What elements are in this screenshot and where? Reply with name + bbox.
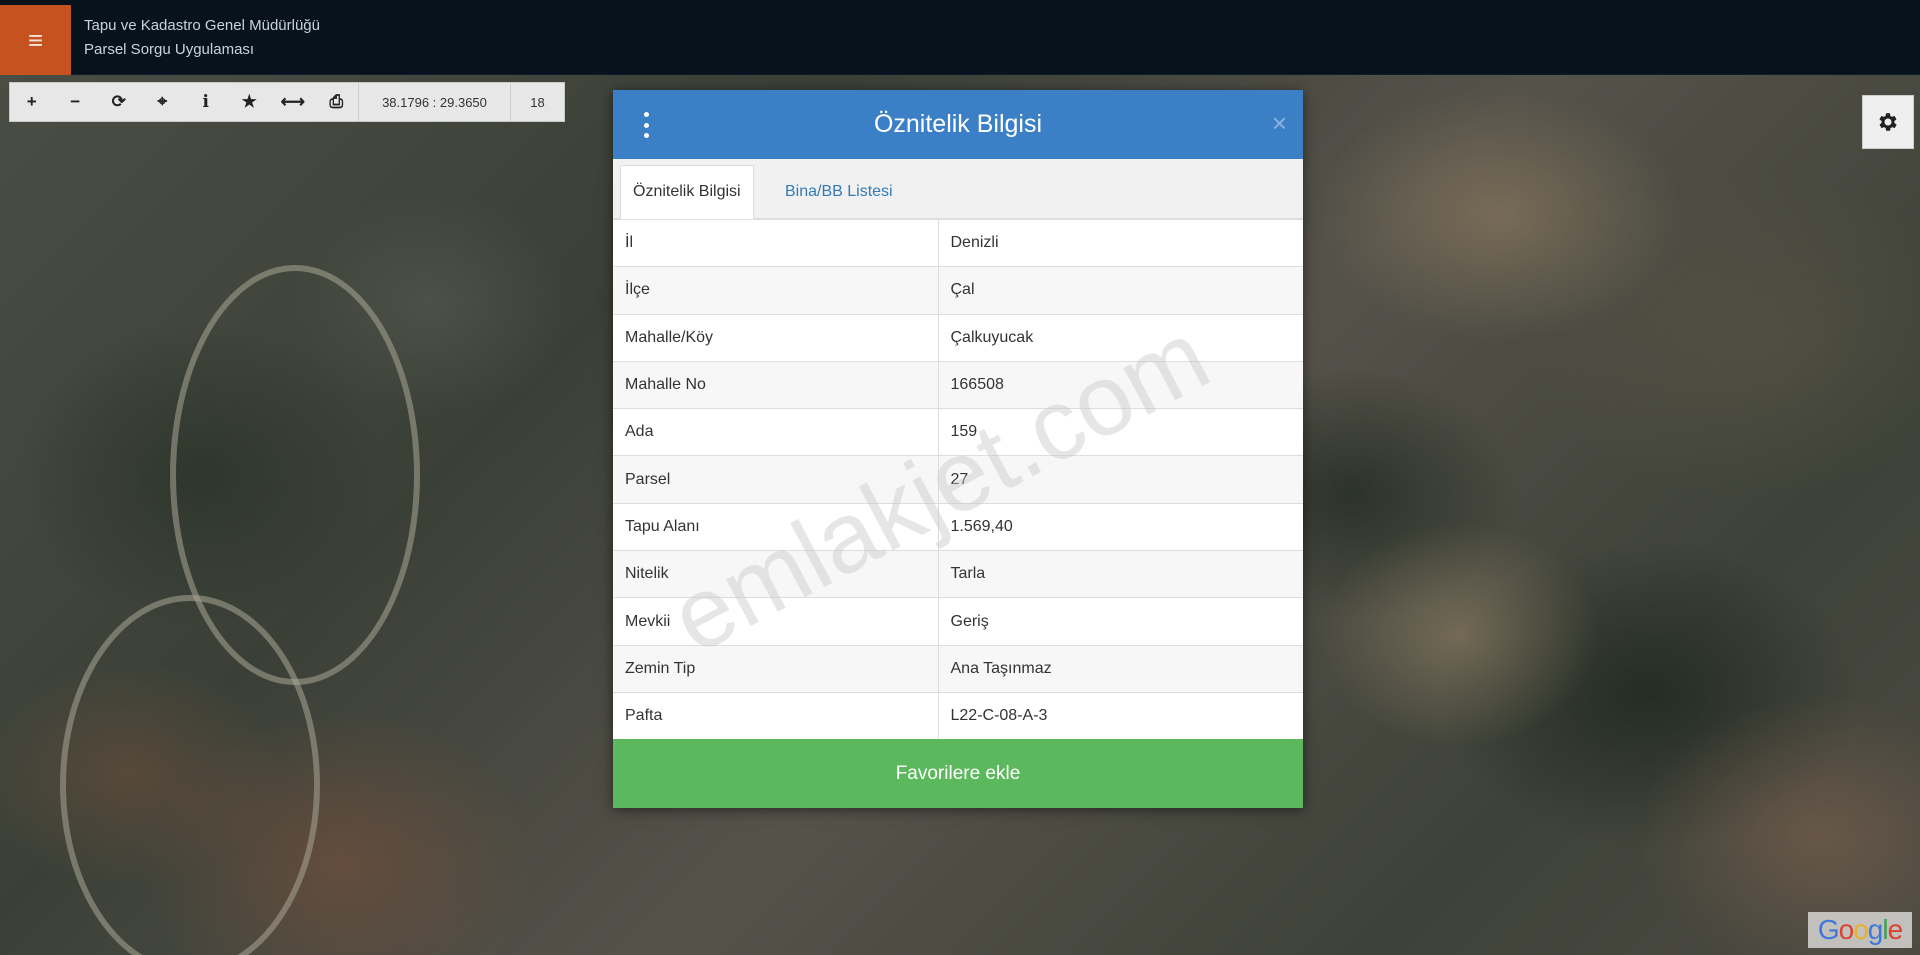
attribute-key: İl — [613, 218, 939, 267]
attribute-value: Tarla — [938, 550, 1303, 598]
attribute-value: Çal — [938, 266, 1303, 315]
measure-button[interactable]: ⟷ — [271, 83, 315, 121]
tab-attribute-info[interactable]: Öznitelik Bilgisi — [620, 165, 754, 219]
dialog-title: Öznitelik Bilgisi — [873, 110, 1043, 138]
table-row: İl Denizli — [613, 218, 1303, 267]
table-row: İlçe Çal — [613, 266, 1303, 315]
table-row: Mahalle/Köy Çalkuyucak — [613, 313, 1303, 362]
attribute-key: Pafta — [613, 691, 939, 740]
table-row: Mahalle No 166508 — [613, 360, 1303, 409]
refresh-button[interactable]: ⟳ — [97, 83, 141, 121]
locate-button[interactable]: ⌖ — [141, 83, 185, 121]
attribute-key: Parsel — [613, 455, 939, 504]
org-name: Tapu ve Kadastro Genel Müdürlüğü — [84, 17, 320, 34]
hamburger-icon: ≡ — [27, 24, 44, 55]
google-logo: Google — [1808, 912, 1912, 948]
gear-icon — [1879, 113, 1897, 131]
close-icon[interactable]: × — [1272, 108, 1287, 139]
dialog-header: Öznitelik Bilgisi × — [613, 90, 1303, 159]
info-button[interactable]: i — [184, 83, 228, 121]
table-row: Parsel 27 — [613, 455, 1303, 504]
attribute-key: Mahalle/Köy — [613, 313, 939, 362]
star-icon: ★ — [241, 92, 257, 111]
app-name: Parsel Sorgu Uygulaması — [84, 41, 255, 58]
attribute-value: Ana Taşınmaz — [938, 644, 1303, 693]
zoom-in-icon: + — [26, 92, 37, 111]
measure-icon: ⟷ — [280, 92, 305, 111]
zoom-level: 18 — [510, 83, 564, 121]
locate-icon: ⌖ — [157, 92, 168, 111]
add-to-favorites-button[interactable]: Favorilere ekle — [613, 739, 1303, 808]
map-toolbar: + − ⟳ ⌖ i ★ ⟷ ⎙ 38.1796 : 29.3650 18 — [9, 82, 565, 122]
favorites-button[interactable]: ★ — [228, 83, 272, 121]
more-options-icon[interactable] — [641, 112, 651, 138]
attribute-key: Mevkii — [613, 597, 939, 646]
attribute-dialog: Öznitelik Bilgisi × Öznitelik Bilgisi Bi… — [613, 90, 1303, 808]
attribute-table: İl Denizli İlçe Çal Mahalle/Köy Çalkuyucak Mah… — [613, 218, 1303, 740]
refresh-icon: ⟳ — [111, 92, 126, 111]
attribute-value: 1.569,40 — [938, 502, 1303, 551]
attribute-key: Nitelik — [613, 550, 939, 598]
attribute-value: 27 — [938, 455, 1303, 504]
table-row: Zemin Tip Ana Taşınmaz — [613, 644, 1303, 693]
attribute-value: L22-C-08-A-3 — [938, 691, 1303, 740]
zoom-out-button[interactable]: − — [54, 83, 98, 121]
zoom-in-button[interactable]: + — [10, 83, 54, 121]
print-button[interactable]: ⎙ — [315, 83, 359, 121]
info-icon: i — [202, 92, 209, 112]
table-row: Ada 159 — [613, 408, 1303, 456]
table-row: Mevkii Geriş — [613, 597, 1303, 646]
attribute-value: Çalkuyucak — [938, 313, 1303, 362]
attribute-key: Mahalle No — [613, 360, 939, 409]
coordinate-readout: 38.1796 : 29.3650 — [358, 83, 510, 121]
attribute-key: İlçe — [613, 266, 939, 315]
dialog-tabs: Öznitelik Bilgisi Bina/BB Listesi — [613, 159, 1303, 219]
menu-button[interactable]: ≡ — [0, 5, 71, 75]
map-road — [60, 595, 320, 955]
settings-button[interactable] — [1862, 95, 1914, 149]
attribute-key: Ada — [613, 408, 939, 456]
table-row: Nitelik Tarla — [613, 550, 1303, 598]
tab-building-list[interactable]: Bina/BB Listesi — [773, 165, 905, 219]
table-row: Pafta L22-C-08-A-3 — [613, 691, 1303, 740]
attribute-key: Zemin Tip — [613, 644, 939, 693]
table-row: Tapu Alanı 1.569,40 — [613, 502, 1303, 551]
attribute-value: 166508 — [938, 360, 1303, 409]
zoom-out-icon: − — [70, 92, 81, 111]
attribute-value: 159 — [938, 408, 1303, 456]
attribute-key: Tapu Alanı — [613, 502, 939, 551]
attribute-value: Denizli — [938, 218, 1303, 267]
app-header: ≡ Tapu ve Kadastro Genel Müdürlüğü Parse… — [0, 0, 1920, 75]
attribute-value: Geriş — [938, 597, 1303, 646]
print-icon: ⎙ — [329, 92, 344, 111]
